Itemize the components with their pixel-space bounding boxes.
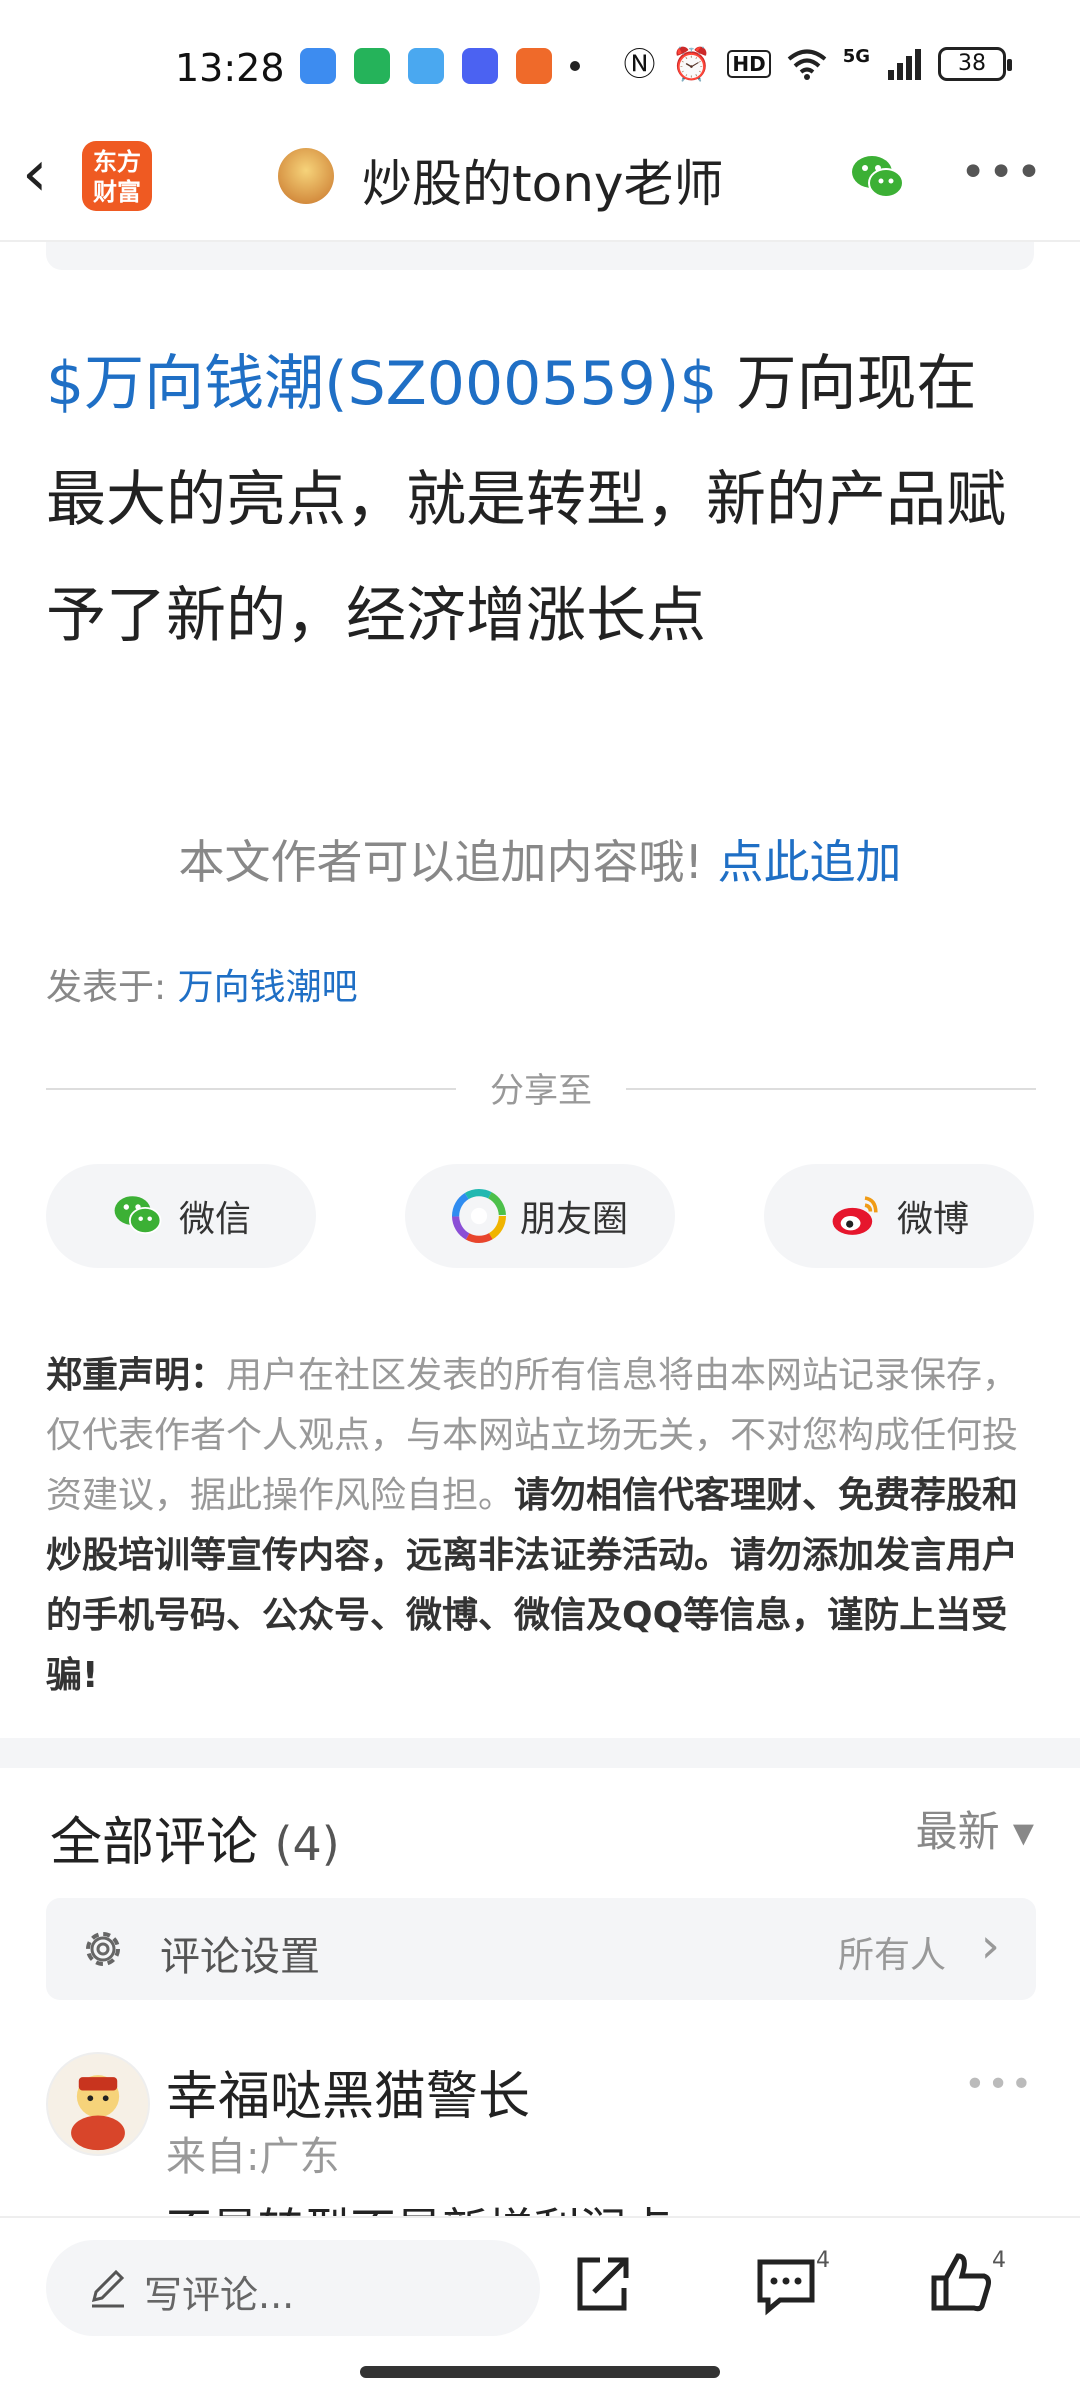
- gear-icon: [86, 1932, 120, 1966]
- author-name[interactable]: 炒股的tony老师: [362, 144, 723, 216]
- more-notifications-dot-icon: [570, 61, 580, 71]
- like-icon[interactable]: [926, 2248, 998, 2320]
- share-icon[interactable]: [566, 2248, 638, 2320]
- app-notification-icon: [408, 48, 444, 84]
- comment-count-badge: 4: [816, 2248, 830, 2273]
- share-wechat-button[interactable]: 微信: [46, 1164, 316, 1268]
- status-bar: 13:28 Ⓝ ⏰ HD 5G 38: [0, 0, 1080, 138]
- status-indicators: Ⓝ ⏰ HD 5G 38: [623, 45, 1012, 83]
- comment-settings-value: 所有人: [837, 1935, 946, 1976]
- stock-link[interactable]: $万向钱潮(SZ000559)$: [46, 349, 717, 419]
- comment-icon[interactable]: [750, 2248, 822, 2320]
- write-comment-input[interactable]: 写评论...: [46, 2240, 540, 2336]
- alarm-icon: ⏰: [671, 45, 712, 83]
- like-count-badge: 4: [992, 2248, 1006, 2273]
- write-comment-placeholder: 写评论...: [144, 2273, 295, 2317]
- commenter-location: 来自:广东: [166, 2134, 340, 2180]
- wechat-icon: [114, 1196, 162, 1234]
- disclaimer: 郑重声明：用户在社区发表的所有信息将由本网站记录保存，仅代表作者个人观点，与本网…: [46, 1346, 1036, 1706]
- disclaimer-title: 郑重声明：: [46, 1355, 227, 1396]
- network-type-label: 5G: [842, 46, 870, 67]
- comment-more-icon[interactable]: •••: [964, 2064, 1034, 2105]
- share-weibo-button[interactable]: 微博: [764, 1164, 1034, 1268]
- comment-settings-row[interactable]: 评论设置 所有人 ›: [46, 1898, 1036, 2000]
- share-wechat-label: 微信: [178, 1199, 251, 1240]
- comments-title: 全部评论: [50, 1813, 259, 1873]
- posted-in-label: 发表于:: [46, 967, 178, 1008]
- app-logo[interactable]: 东方 财富: [82, 141, 152, 211]
- posted-in: 发表于: 万向钱潮吧: [46, 958, 358, 1010]
- comment-settings-label: 评论设置: [160, 1934, 320, 1980]
- divider-right: [626, 1088, 1036, 1090]
- stock-bar-link[interactable]: 万向钱潮吧: [178, 967, 358, 1008]
- comments-header: 全部评论 (4): [50, 1800, 340, 1875]
- battery-icon: 38: [938, 47, 1012, 81]
- share-weibo-label: 微博: [896, 1199, 969, 1240]
- status-time: 13:28: [175, 46, 285, 90]
- wifi-icon: [787, 49, 826, 80]
- commenter-avatar[interactable]: [46, 2052, 150, 2156]
- hd-icon: HD: [727, 50, 771, 78]
- wechat-icon[interactable]: [848, 148, 908, 208]
- chevron-right-icon: ›: [980, 1918, 1000, 1974]
- status-app-icons: [300, 48, 580, 84]
- pen-icon: [91, 2269, 125, 2308]
- avatar-image: [71, 2075, 125, 2151]
- signal-icon: [888, 49, 921, 80]
- more-options-icon[interactable]: •••: [960, 151, 1044, 195]
- append-prompt: 本文作者可以追加内容哦! 点此追加: [0, 826, 1080, 892]
- top-strip: [46, 242, 1034, 270]
- comments-count: (4): [274, 1817, 340, 1871]
- top-nav-bar: ‹ 东方 财富 炒股的tony老师 •••: [0, 120, 1080, 242]
- app-notification-icon: [354, 48, 390, 84]
- post-content: $万向钱潮(SZ000559)$ 万向现在最大的亮点，就是转型，新的产品赋予了新…: [46, 326, 1036, 674]
- app-notification-icon: [516, 48, 552, 84]
- moments-icon: [451, 1189, 506, 1243]
- app-notification-icon: [300, 48, 336, 84]
- sort-dropdown[interactable]: 最新 ▾: [916, 1798, 1034, 1859]
- share-header: 分享至: [46, 1063, 1036, 1113]
- section-divider: [0, 1738, 1080, 1768]
- commenter-name[interactable]: 幸福哒黑猫警长: [166, 2054, 530, 2129]
- nfc-icon: Ⓝ: [623, 45, 656, 83]
- back-icon[interactable]: ‹: [22, 142, 86, 208]
- share-moments-button[interactable]: 朋友圈: [405, 1164, 675, 1268]
- weibo-icon: [832, 1196, 878, 1235]
- author-avatar[interactable]: [278, 148, 334, 204]
- share-moments-label: 朋友圈: [519, 1199, 628, 1240]
- append-text: 本文作者可以追加内容哦!: [178, 835, 718, 889]
- app-notification-icon: [462, 48, 498, 84]
- append-link[interactable]: 点此追加: [718, 835, 902, 889]
- home-indicator[interactable]: [360, 2366, 720, 2378]
